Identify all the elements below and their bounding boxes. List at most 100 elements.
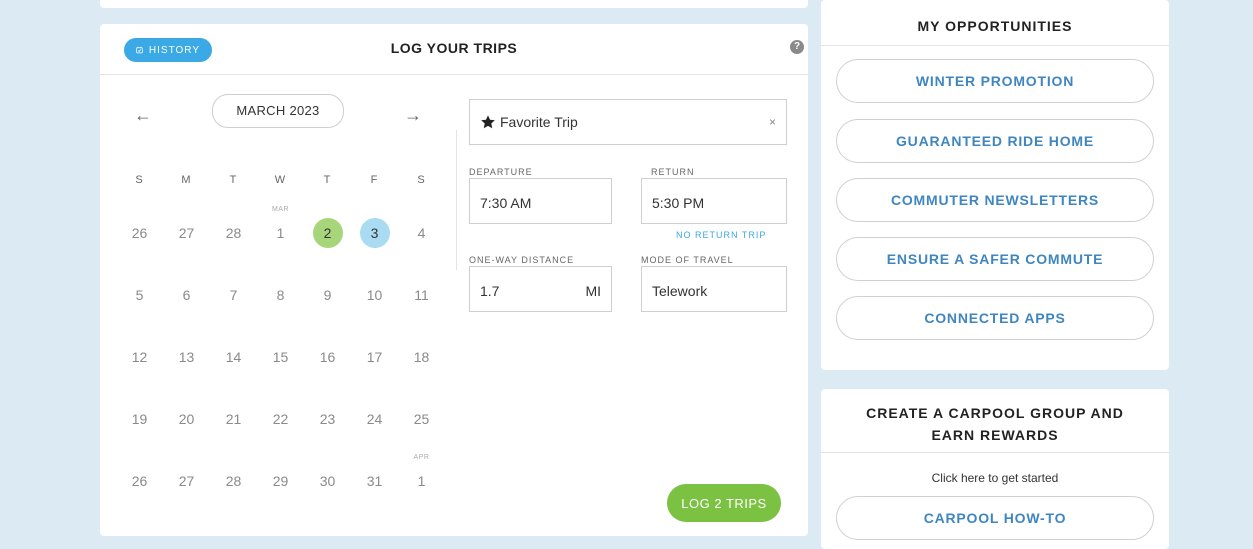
calendar-day-number: 21 (225, 411, 242, 427)
calendar-day[interactable]: 20 (163, 386, 210, 448)
calendar-day-number: 17 (366, 349, 383, 365)
mode-of-travel-select[interactable]: Telework (641, 266, 787, 312)
calendar-day[interactable]: 23 (304, 386, 351, 448)
carpool-divider (821, 452, 1169, 453)
calendar-day[interactable]: 16 (304, 324, 351, 386)
calendar-week-row: 12 13 14 15 16 17 18 (116, 324, 430, 386)
distance-field[interactable]: 1.7 MI (469, 266, 612, 312)
opportunities-divider (821, 45, 1169, 46)
calendar-day[interactable]: APR 1 (398, 448, 445, 510)
calendar-day[interactable]: 29 (257, 448, 304, 510)
calendar-week-row: 19 20 21 22 23 24 25 (116, 386, 430, 448)
calendar-day[interactable]: 31 (351, 448, 398, 510)
month-mini-label: MAR (271, 206, 290, 213)
calendar-day-number: 10 (366, 287, 383, 303)
calendar-day-number: 3 (359, 218, 390, 248)
calendar-day-number: 4 (417, 225, 426, 241)
calendar-day-number: 31 (366, 473, 383, 489)
calendar-day-number: 13 (178, 349, 195, 365)
calendar-day-number: 6 (182, 287, 191, 303)
return-field[interactable]: 5:30 PM (641, 178, 787, 224)
weekday-label: W (274, 174, 287, 186)
log-trips-panel: HISTORY LOG YOUR TRIPS ? ← MARCH 2023 → … (100, 24, 808, 536)
calendar-day[interactable]: 27 (163, 448, 210, 510)
calendar-day[interactable]: 24 (351, 386, 398, 448)
calendar-day[interactable]: 10 (351, 262, 398, 324)
return-label: RETURN (651, 167, 695, 177)
calendar-day[interactable]: 17 (351, 324, 398, 386)
calendar-day-number: 23 (319, 411, 336, 427)
calendar-day[interactable]: 7 (210, 262, 257, 324)
carpool-how-to-button[interactable]: CARPOOL HOW-TO (836, 496, 1154, 540)
calendar-day[interactable]: 12 (116, 324, 163, 386)
calendar-day-number: 27 (178, 473, 195, 489)
departure-field[interactable]: 7:30 AM (469, 178, 612, 224)
calendar-day[interactable]: 5 (116, 262, 163, 324)
calendar-day[interactable]: 11 (398, 262, 445, 324)
guaranteed-ride-home-button[interactable]: GUARANTEED RIDE HOME (836, 119, 1154, 163)
calendar-day[interactable]: 25 (398, 386, 445, 448)
calendar-day[interactable]: 13 (163, 324, 210, 386)
calendar-day[interactable]: 27 (163, 200, 210, 262)
log-trips-button[interactable]: LOG 2 TRIPS (667, 484, 781, 522)
distance-value: 1.7 (480, 283, 500, 299)
mode-label: MODE OF TRAVEL (641, 255, 734, 265)
calendar-day[interactable]: 30 (304, 448, 351, 510)
calendar-day-number: 29 (272, 473, 289, 489)
calendar-day[interactable]: 22 (257, 386, 304, 448)
calendar-day-number: 5 (135, 287, 144, 303)
favorite-trip-field[interactable]: Favorite Trip × (469, 99, 787, 145)
calendar-weeks: 26 27 28 MAR 1 2 3 4 5 6 7 8 9 10 11 12 13 14 15 16 17 18 19 20… (116, 200, 430, 510)
month-mini-label: APR (413, 454, 430, 461)
carpool-title-line2: EARN REWARDS (931, 427, 1059, 443)
help-icon[interactable]: ? (790, 40, 804, 54)
top-strip (100, 0, 808, 8)
commuter-newsletters-button[interactable]: COMMUTER NEWSLETTERS (836, 178, 1154, 222)
calendar-day[interactable]: 26 (116, 448, 163, 510)
calendar-day-number: 8 (276, 287, 285, 303)
calendar-day[interactable]: 28 (210, 200, 257, 262)
calendar-week-row: 26 27 28 29 30 31 APR 1 (116, 448, 429, 510)
calendar-day[interactable]: 9 (304, 262, 351, 324)
calendar-day[interactable]: 21 (210, 386, 257, 448)
calendar-day-number: 30 (319, 473, 336, 489)
calendar-day-number: 28 (225, 473, 242, 489)
weekday-label: F (370, 174, 379, 186)
calendar-day[interactable]: 18 (398, 324, 445, 386)
no-return-trip-link[interactable]: NO RETURN TRIP (676, 230, 766, 240)
connected-apps-button[interactable]: CONNECTED APPS (836, 296, 1154, 340)
calendar-day-number: 11 (414, 287, 429, 303)
calendar-day-number: 24 (366, 411, 383, 427)
carpool-title-line1: CREATE A CARPOOL GROUP AND (866, 405, 1124, 421)
prev-month-icon[interactable]: ← (134, 105, 152, 126)
winter-promotion-button[interactable]: WINTER PROMOTION (836, 59, 1154, 103)
calendar-day[interactable]: 3 (351, 200, 398, 262)
month-selector[interactable]: MARCH 2023 (212, 94, 344, 128)
calendar-week-row: 26 27 28 MAR 1 2 3 4 (116, 200, 428, 262)
opportunities-panel: MY OPPORTUNITIES WINTER PROMOTION GUARAN… (821, 0, 1169, 370)
calendar-day-number: 20 (178, 411, 195, 427)
calendar-day[interactable]: 8 (257, 262, 304, 324)
safer-commute-button[interactable]: ENSURE A SAFER COMMUTE (836, 237, 1154, 281)
carpool-subtitle[interactable]: Click here to get started (821, 471, 1169, 485)
calendar-day[interactable]: 6 (163, 262, 210, 324)
calendar-day[interactable]: 26 (116, 200, 163, 262)
next-month-icon[interactable]: → (404, 105, 422, 126)
calendar-day-number: 14 (225, 349, 242, 365)
calendar-day[interactable]: MAR 1 (257, 200, 304, 262)
calendar-day[interactable]: 15 (257, 324, 304, 386)
calendar-day[interactable]: 19 (116, 386, 163, 448)
calendar-day-number: 16 (319, 349, 336, 365)
weekday-label: S (135, 174, 144, 186)
calendar-day[interactable]: 14 (210, 324, 257, 386)
calendar-day-number: 15 (272, 349, 289, 365)
calendar-day-number: 7 (229, 287, 238, 303)
calendar-day[interactable]: 4 (398, 200, 445, 262)
calendar-day-number: 28 (225, 225, 242, 241)
calendar-day[interactable]: 2 (304, 200, 351, 262)
calendar-day-number: 25 (413, 411, 430, 427)
calendar-day-number: 22 (272, 411, 289, 427)
close-icon[interactable]: × (769, 115, 776, 129)
calendar-day[interactable]: 28 (210, 448, 257, 510)
calendar-week-row: 5 6 7 8 9 10 11 (116, 262, 429, 324)
